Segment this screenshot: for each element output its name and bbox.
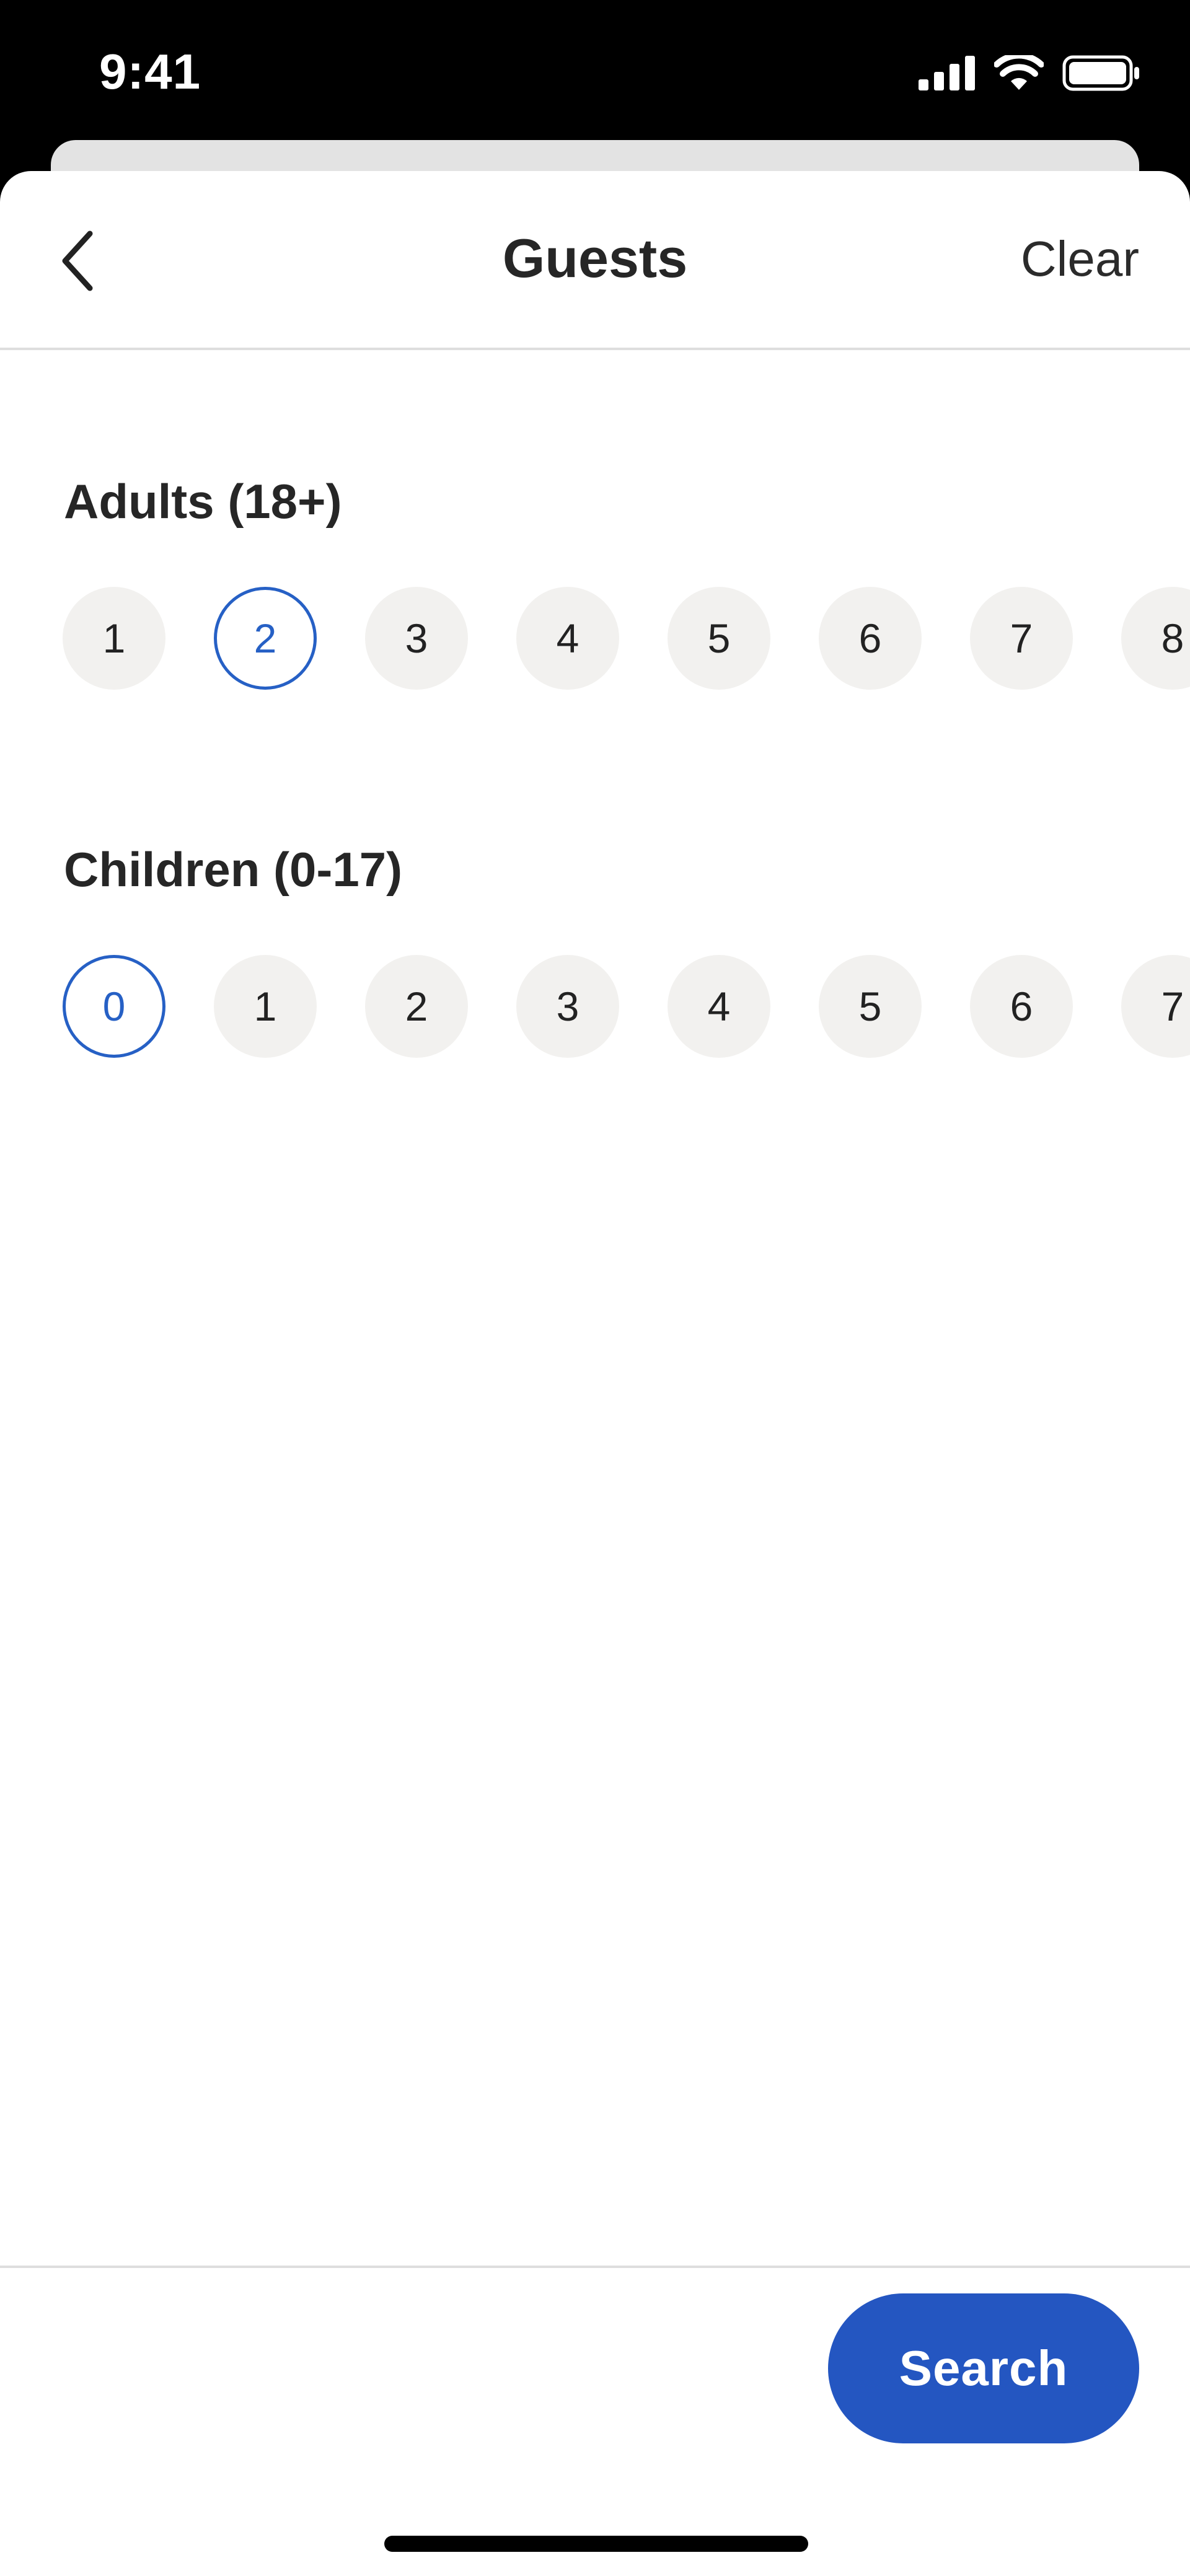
status-icons <box>919 55 1140 92</box>
children-option-5[interactable]: 5 <box>819 955 922 1058</box>
home-indicator <box>384 2536 808 2552</box>
adults-option-4[interactable]: 4 <box>516 587 619 690</box>
signal-icon <box>919 56 975 90</box>
children-option-6[interactable]: 6 <box>970 955 1073 1058</box>
children-option-3[interactable]: 3 <box>516 955 619 1058</box>
page-title: Guests <box>502 227 688 289</box>
adults-option-7[interactable]: 7 <box>970 587 1073 690</box>
adults-option-2[interactable]: 2 <box>214 587 317 690</box>
wifi-icon <box>994 55 1044 90</box>
adults-option-6[interactable]: 6 <box>819 587 922 690</box>
footer-divider <box>0 2266 1190 2268</box>
children-label: Children (0-17) <box>64 842 403 897</box>
adults-option-5[interactable]: 5 <box>668 587 770 690</box>
adults-option-1[interactable]: 1 <box>63 587 165 690</box>
status-time: 9:41 <box>99 44 201 99</box>
adults-option-8[interactable]: 8 <box>1121 587 1190 690</box>
sheet-header: Guests Clear <box>0 171 1190 350</box>
status-bar: 9:41 <box>0 0 1190 143</box>
children-option-2[interactable]: 2 <box>365 955 468 1058</box>
battery-icon <box>1062 55 1139 91</box>
children-option-0[interactable]: 0 <box>63 955 165 1058</box>
adults-option-3[interactable]: 3 <box>365 587 468 690</box>
guests-sheet: Guests Clear Adults (18+) 12345678 Child… <box>0 171 1190 2576</box>
children-option-4[interactable]: 4 <box>668 955 770 1058</box>
children-option-7[interactable]: 7 <box>1121 955 1190 1058</box>
search-button[interactable]: Search <box>828 2293 1139 2443</box>
children-option-1[interactable]: 1 <box>214 955 317 1058</box>
adults-selector: 12345678 <box>0 587 1190 692</box>
clear-button[interactable]: Clear <box>1021 231 1139 288</box>
children-selector: 01234567 <box>0 955 1190 1060</box>
adults-label: Adults (18+) <box>64 474 342 529</box>
